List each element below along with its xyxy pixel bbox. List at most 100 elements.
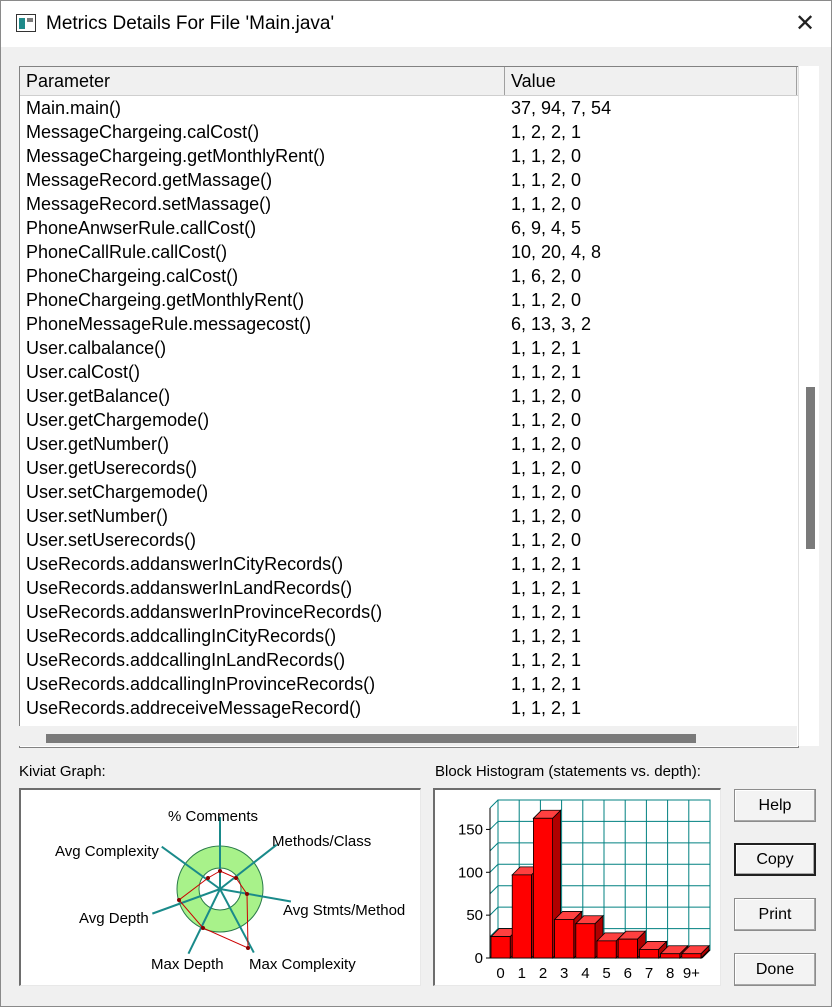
row-parameter: PhoneMessageRule.messagecost() <box>26 314 312 334</box>
table-row[interactable]: PhoneChargeing.calCost() 1, 6, 2, 0 <box>20 264 798 288</box>
table-row[interactable]: UseRecords.addcallingInCityRecords() 1, 1… <box>20 624 798 648</box>
row-value: 10, 20, 4, 8 <box>511 242 602 262</box>
table-row[interactable]: UseRecords.addcallingInLandRecords() 1, 1… <box>20 648 798 672</box>
y-tick-label: 50 <box>466 907 483 924</box>
row-value: 1, 1, 2, 1 <box>511 578 582 598</box>
table-row[interactable]: User.getNumber() 1, 1, 2, 0 <box>20 432 798 456</box>
kiviat-axis-label: Max Complexity <box>249 956 356 973</box>
row-parameter: UseRecords.addanswerInProvinceRecords() <box>26 602 383 622</box>
app-icon <box>16 14 36 32</box>
row-parameter: UseRecords.addanswerInLandRecords() <box>26 578 353 598</box>
row-parameter: UseRecords.addanswerInCityRecords() <box>26 554 344 574</box>
row-parameter: UseRecords.addcallingInProvinceRecords() <box>26 674 376 694</box>
close-icon[interactable]: ✕ <box>785 9 825 39</box>
table-row[interactable]: PhoneAnwserRule.callCost() 6, 9, 4, 5 <box>20 216 798 240</box>
table-row[interactable]: Main.main() 37, 94, 7, 54 <box>20 96 798 120</box>
table-row[interactable]: MessageChargeing.calCost() 1, 2, 2, 1 <box>20 120 798 144</box>
row-parameter: User.calbalance() <box>26 338 167 358</box>
row-value: 1, 2, 2, 1 <box>511 122 582 142</box>
kiviat-data-point <box>218 869 222 873</box>
list-rows: Main.main() 37, 94, 7, 54 MessageChargeing… <box>20 96 798 720</box>
x-tick-label: 2 <box>539 965 547 982</box>
list-header: Parameter Value <box>20 67 798 96</box>
y-tick-label: 100 <box>458 864 483 881</box>
help-button[interactable]: Help <box>734 789 816 822</box>
row-parameter: UseRecords.addcallingInLandRecords() <box>26 650 346 670</box>
vertical-scroll-thumb[interactable] <box>806 387 815 549</box>
title-bar: Metrics Details For File 'Main.java' ✕ <box>1 1 831 47</box>
table-row[interactable]: User.getUserecords() 1, 1, 2, 0 <box>20 456 798 480</box>
horizontal-scrollbar[interactable] <box>19 726 797 746</box>
row-value: 1, 1, 2, 0 <box>511 410 582 430</box>
metrics-list[interactable]: Parameter Value Main.main() 37, 94, 7, 54… <box>19 66 799 748</box>
row-value: 1, 1, 2, 1 <box>511 602 582 622</box>
row-parameter: User.getChargemode() <box>26 410 210 430</box>
table-row[interactable]: UseRecords.addanswerInProvinceRecords() 1… <box>20 600 798 624</box>
row-value: 1, 1, 2, 0 <box>511 482 582 502</box>
histogram-panel: 0 50 100 150 0 1 2 3 4 5 6 7 8 9+ <box>433 788 721 986</box>
table-row[interactable]: MessageRecord.setMassage() 1, 1, 2, 0 <box>20 192 798 216</box>
table-row[interactable]: UseRecords.addanswerInCityRecords() 1, 1,… <box>20 552 798 576</box>
row-parameter: User.setChargemode() <box>26 482 209 502</box>
row-value: 6, 13, 3, 2 <box>511 314 592 334</box>
table-row[interactable]: User.getChargemode() 1, 1, 2, 0 <box>20 408 798 432</box>
row-value: 1, 1, 2, 1 <box>511 554 582 574</box>
row-value: 1, 1, 2, 1 <box>511 626 582 646</box>
vertical-scrollbar[interactable] <box>798 66 819 746</box>
kiviat-data-point <box>177 898 181 902</box>
column-header-value[interactable]: Value <box>505 67 797 95</box>
row-parameter: PhoneCallRule.callCost() <box>26 242 228 262</box>
table-row[interactable]: User.setChargemode() 1, 1, 2, 0 <box>20 480 798 504</box>
x-tick-label: 7 <box>645 965 653 982</box>
table-row[interactable]: PhoneMessageRule.messagecost() 6, 13, 3, … <box>20 312 798 336</box>
print-button[interactable]: Print <box>734 898 816 931</box>
column-header-parameter[interactable]: Parameter <box>20 67 505 95</box>
metrics-dialog: Metrics Details For File 'Main.java' ✕ P… <box>0 0 832 1007</box>
block-histogram: 0501001500 1 2 3 4 5 6 7 8 9+ <box>458 799 711 982</box>
row-value: 1, 1, 2, 0 <box>511 458 582 478</box>
x-tick-label: 5 <box>602 965 610 982</box>
kiviat-axis-label: Max Depth <box>151 956 224 973</box>
table-row[interactable]: User.getBalance() 1, 1, 2, 0 <box>20 384 798 408</box>
table-row[interactable]: User.setUserecords() 1, 1, 2, 0 <box>20 528 798 552</box>
table-row[interactable]: PhoneChargeing.getMonthlyRent() 1, 1, 2, … <box>20 288 798 312</box>
row-value: 1, 1, 2, 1 <box>511 650 582 670</box>
row-value: 1, 1, 2, 0 <box>511 170 582 190</box>
row-value: 6, 9, 4, 5 <box>511 218 582 238</box>
window-title: Metrics Details For File 'Main.java' <box>46 13 335 34</box>
kiviat-data-point <box>206 876 210 880</box>
x-tick-label: 0 <box>496 965 504 982</box>
table-row[interactable]: UseRecords.addreceiveMessageRecord() 1, 1… <box>20 696 798 720</box>
row-parameter: PhoneChargeing.calCost() <box>26 266 239 286</box>
table-row[interactable]: MessageChargeing.getMonthlyRent() 1, 1, 2… <box>20 144 798 168</box>
row-value: 1, 1, 2, 0 <box>511 146 582 166</box>
row-parameter: MessageRecord.setMassage() <box>26 194 272 214</box>
kiviat-data-point <box>246 946 250 950</box>
row-parameter: Main.main() <box>26 98 122 118</box>
done-button[interactable]: Done <box>734 953 816 986</box>
table-row[interactable]: User.calCost() 1, 1, 2, 1 <box>20 360 798 384</box>
table-row[interactable]: User.calbalance() 1, 1, 2, 1 <box>20 336 798 360</box>
table-row[interactable]: PhoneCallRule.callCost() 10, 20, 4, 8 <box>20 240 798 264</box>
table-row[interactable]: MessageRecord.getMassage() 1, 1, 2, 0 <box>20 168 798 192</box>
x-tick-label: 1 <box>518 965 526 982</box>
x-tick-label: 6 <box>624 965 632 982</box>
kiviat-data-point <box>201 926 205 930</box>
kiviat-axis-label: Avg Stmts/Method <box>283 902 405 919</box>
row-value: 1, 1, 2, 0 <box>511 386 582 406</box>
table-row[interactable]: User.setNumber() 1, 1, 2, 0 <box>20 504 798 528</box>
horizontal-scroll-thumb[interactable] <box>46 734 696 743</box>
row-parameter: MessageChargeing.getMonthlyRent() <box>26 146 326 166</box>
row-parameter: UseRecords.addcallingInCityRecords() <box>26 626 337 646</box>
row-parameter: MessageChargeing.calCost() <box>26 122 260 142</box>
kiviat-axis-label: Avg Depth <box>79 910 149 927</box>
x-tick-label: 9+ <box>683 965 700 982</box>
row-value: 1, 1, 2, 0 <box>511 506 582 526</box>
table-row[interactable]: UseRecords.addanswerInLandRecords() 1, 1,… <box>20 576 798 600</box>
row-parameter: PhoneAnwserRule.callCost() <box>26 218 257 238</box>
row-parameter: User.getNumber() <box>26 434 170 454</box>
copy-button[interactable]: Copy <box>734 843 816 876</box>
row-parameter: User.getUserecords() <box>26 458 198 478</box>
row-value: 37, 94, 7, 54 <box>511 98 612 118</box>
table-row[interactable]: UseRecords.addcallingInProvinceRecords()… <box>20 672 798 696</box>
